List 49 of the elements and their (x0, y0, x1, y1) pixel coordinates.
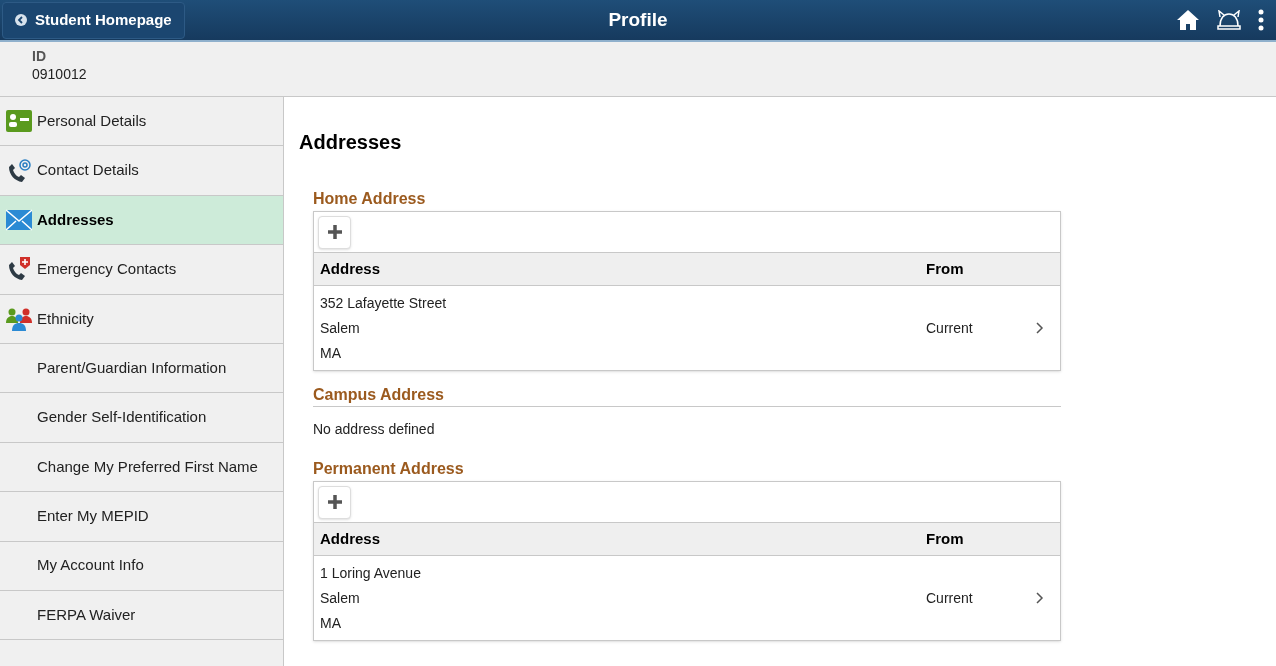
sidebar-item[interactable]: Enter My MEPID (0, 492, 283, 542)
more-menu-icon[interactable] (1258, 9, 1264, 31)
group-title: Campus Address (313, 386, 1061, 407)
column-header: From (926, 258, 964, 279)
phone-at-icon (6, 157, 32, 184)
id-card-icon (6, 110, 32, 133)
address-line: 1 Loring Avenue (320, 564, 422, 582)
sidebar-item[interactable]: Contact Details (0, 146, 283, 196)
column-header: Address (320, 258, 382, 279)
id-value: 0910012 (32, 65, 88, 83)
column-header: From (926, 528, 964, 549)
home-icon[interactable] (1176, 9, 1200, 31)
page-title: Profile (608, 7, 668, 32)
back-chevron-icon (15, 14, 27, 26)
sidebar-item[interactable]: Parent/Guardian Information (0, 343, 283, 394)
sidebar-item[interactable]: Ethnicity (0, 294, 283, 344)
phone-plus-icon (6, 256, 32, 283)
id-label: ID (32, 47, 47, 65)
column-header: Address (320, 528, 382, 549)
sidebar-item[interactable]: Gender Self-Identification (0, 393, 283, 443)
envelope-icon (6, 208, 32, 231)
group-title: Home Address (313, 190, 427, 208)
empty-message: No address defined (313, 420, 436, 439)
chevron-right-icon (1036, 592, 1044, 604)
group-title: Permanent Address (313, 460, 465, 478)
sidebar-item[interactable]: Emergency Contacts (0, 245, 283, 295)
back-button[interactable]: Student Homepage (2, 1, 185, 39)
sidebar-item[interactable]: Change My Preferred First Name (0, 442, 283, 493)
address-line: Salem (320, 589, 361, 607)
sidebar-item[interactable]: Addresses (0, 195, 283, 246)
address-line: 352 Lafayette Street (320, 294, 448, 312)
plus-icon (326, 224, 343, 240)
address-line: Salem (320, 319, 361, 337)
helmet-icon[interactable] (1216, 10, 1242, 30)
plus-icon (326, 494, 343, 510)
address-row[interactable]: 352 Lafayette Street Salem MA Current (314, 286, 1060, 370)
people-icon (6, 306, 32, 331)
chevron-right-icon (1036, 322, 1044, 334)
sidebar-item[interactable]: My Account Info (0, 541, 283, 591)
sidebar-item[interactable]: Personal Details (0, 97, 283, 147)
sidebar-item[interactable]: FERPA Waiver (0, 590, 283, 641)
address-row[interactable]: 1 Loring Avenue Salem MA Current (314, 556, 1060, 640)
address-line: MA (320, 344, 342, 362)
from-cell-text: Current (926, 318, 974, 338)
from-cell-text: Current (926, 588, 974, 608)
add-button[interactable] (318, 485, 351, 519)
section-heading: Addresses (299, 130, 403, 155)
add-button[interactable] (318, 215, 351, 249)
address-line: MA (320, 614, 342, 632)
